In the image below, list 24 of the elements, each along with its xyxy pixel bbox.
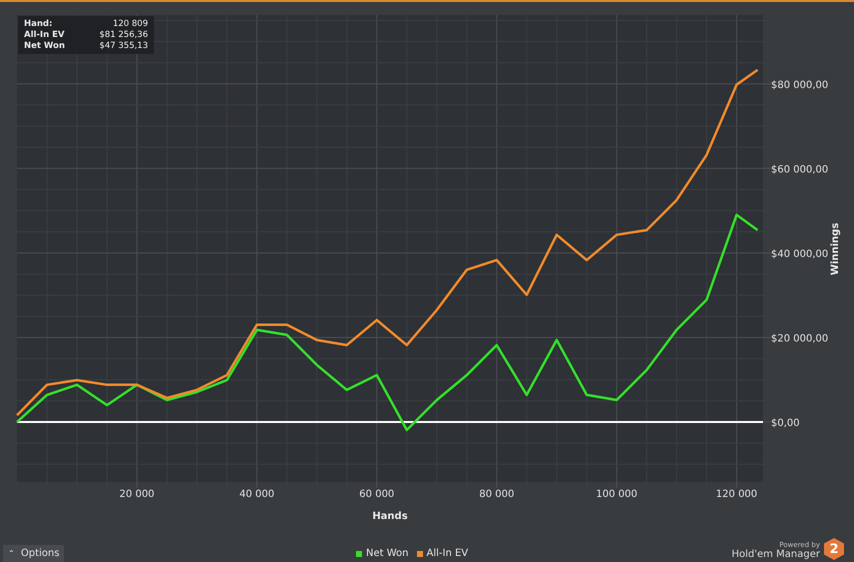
tooltip-label: Net Won (24, 41, 65, 51)
y-tick-label: $40 000,00 (771, 248, 828, 260)
product-name: Hold'em Manager (732, 549, 820, 560)
legend-label: Net Won (366, 548, 408, 559)
y-tick-label: $60 000,00 (771, 164, 828, 176)
y-tick-label: $20 000,00 (771, 333, 828, 344)
y-tick-label: $80 000,00 (771, 80, 828, 91)
tooltip-label: All-In EV (24, 30, 64, 40)
x-tick-label: 80 000 (479, 489, 514, 500)
legend-label: All-In EV (426, 548, 468, 559)
x-tick-label: 120 000 (716, 489, 758, 500)
tooltip-value: $47 355,13 (99, 41, 148, 51)
x-tick-label: 60 000 (359, 489, 394, 500)
logo-badge: 2 (824, 538, 844, 560)
tooltip-value: $81 256,36 (99, 30, 148, 40)
tooltip-value: 120 809 (112, 19, 148, 29)
y-axis-title: Winnings (830, 222, 841, 276)
y-tick-label: $0,00 (771, 418, 800, 429)
tooltip-label: Hand: (24, 19, 52, 29)
x-tick-label: 100 000 (596, 489, 638, 500)
options-button[interactable]: ⌃ Options (3, 545, 64, 562)
x-tick-label: 20 000 (119, 489, 154, 500)
x-axis-title: Hands (372, 511, 408, 522)
x-tick-label: 40 000 (239, 489, 274, 500)
